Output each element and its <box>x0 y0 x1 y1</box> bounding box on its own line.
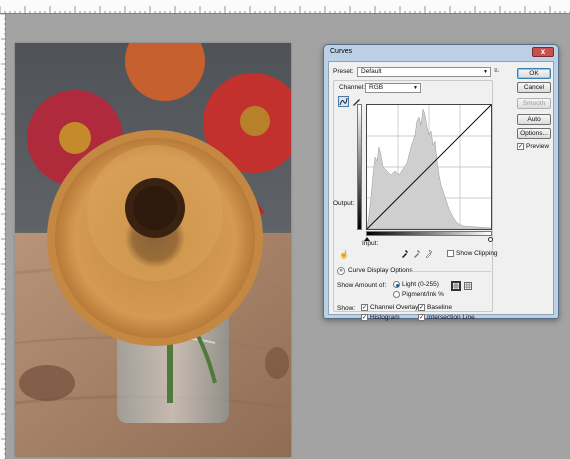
channel-value: RGB <box>369 84 384 91</box>
horizontal-ruler <box>0 0 570 14</box>
curve-tool-button[interactable] <box>338 96 349 107</box>
white-point-slider[interactable] <box>488 237 493 242</box>
preview-checkbox[interactable]: ✓ Preview <box>517 143 549 150</box>
pigment-label: Pigment/Ink % <box>402 291 444 299</box>
pigment-radio-button[interactable] <box>393 291 400 298</box>
checkmark-icon[interactable]: ✓ <box>361 314 368 321</box>
grid-icon <box>465 283 471 289</box>
histogram-checkbox[interactable]: ✓ Histogram <box>361 314 400 321</box>
light-radio[interactable]: Light (0-255) <box>393 281 439 288</box>
channel-overlays-checkbox[interactable]: ✓ Channel Overlays <box>361 304 422 311</box>
show-clipping-label: Show Clipping <box>456 250 498 258</box>
preset-label: Preset: <box>333 68 354 75</box>
channel-overlays-label: Channel Overlays <box>370 304 422 312</box>
curve-icon <box>339 97 348 106</box>
eyedropper-icon <box>414 250 420 258</box>
options-button[interactable]: Options... <box>517 128 551 139</box>
show-clipping-checkbox[interactable]: Show Clipping <box>447 250 498 257</box>
grid-10x10-button[interactable] <box>464 282 472 290</box>
checkmark-icon[interactable]: ✓ <box>418 304 425 311</box>
close-button[interactable]: x <box>532 47 554 57</box>
curves-dialog: Curves x Preset: Default ▼ ≡. Channel: R… <box>323 44 559 321</box>
eyedropper-icon <box>402 250 408 258</box>
grid-icon <box>453 283 459 289</box>
curve-display-options-toggle[interactable]: » Curve Display Options <box>337 267 413 275</box>
dialog-titlebar[interactable]: Curves x <box>324 45 558 59</box>
curve-display-options-label: Curve Display Options <box>348 267 413 274</box>
black-eyedropper-button[interactable] <box>401 249 409 260</box>
pigment-radio[interactable]: Pigment/Ink % <box>393 291 444 298</box>
chevron-down-icon: ▼ <box>413 85 418 91</box>
preview-label: Preview <box>526 143 550 151</box>
dialog-body: Preset: Default ▼ ≡. Channel: RGB ▼ Outp… <box>328 61 554 321</box>
ok-button[interactable]: OK <box>517 68 551 79</box>
intersection-line-checkbox[interactable]: ✓ Intersection Line <box>418 314 475 321</box>
input-gradient-bar <box>366 231 492 236</box>
document-image[interactable] <box>15 43 291 457</box>
histogram-label: Histogram <box>370 314 400 322</box>
black-point-slider[interactable] <box>364 237 370 241</box>
input-label: Input: <box>362 240 379 247</box>
show-label: Show: <box>337 305 356 312</box>
hand-adjust-icon[interactable]: ☝ <box>339 250 349 259</box>
preset-select[interactable]: Default ▼ <box>357 67 491 77</box>
channel-label: Channel: <box>339 84 366 91</box>
curve-graph[interactable] <box>366 104 492 230</box>
smooth-button[interactable]: Smooth <box>517 98 551 109</box>
light-label: Light (0-255) <box>402 281 439 289</box>
baseline-checkbox[interactable]: ✓ Baseline <box>418 304 452 311</box>
auto-button[interactable]: Auto <box>517 114 551 125</box>
channel-select[interactable]: RGB ▼ <box>365 83 421 93</box>
checkmark-icon[interactable]: ✓ <box>418 314 425 321</box>
preset-value: Default <box>361 68 382 75</box>
eyedropper-icon <box>425 249 433 259</box>
checkmark-icon[interactable]: ✓ <box>361 304 368 311</box>
white-eyedropper-button[interactable] <box>425 249 433 260</box>
collapse-icon: » <box>337 267 345 275</box>
show-clipping-box[interactable] <box>447 250 454 257</box>
gray-eyedropper-button[interactable] <box>413 249 421 260</box>
dialog-title: Curves <box>330 48 353 55</box>
cancel-button[interactable]: Cancel <box>517 82 551 93</box>
baseline-label: Baseline <box>427 304 452 312</box>
divider <box>411 271 491 272</box>
light-radio-button[interactable] <box>393 281 400 288</box>
output-gradient-bar <box>357 104 362 230</box>
intersection-line-label: Intersection Line <box>427 314 475 322</box>
checkmark-icon[interactable]: ✓ <box>517 143 524 150</box>
chevron-down-icon: ▼ <box>483 69 488 75</box>
grid-4x4-button[interactable] <box>451 281 461 291</box>
output-label: Output: <box>333 200 355 207</box>
show-amount-label: Show Amount of: <box>337 282 387 289</box>
preset-options-menu-icon[interactable]: ≡. <box>494 68 499 74</box>
